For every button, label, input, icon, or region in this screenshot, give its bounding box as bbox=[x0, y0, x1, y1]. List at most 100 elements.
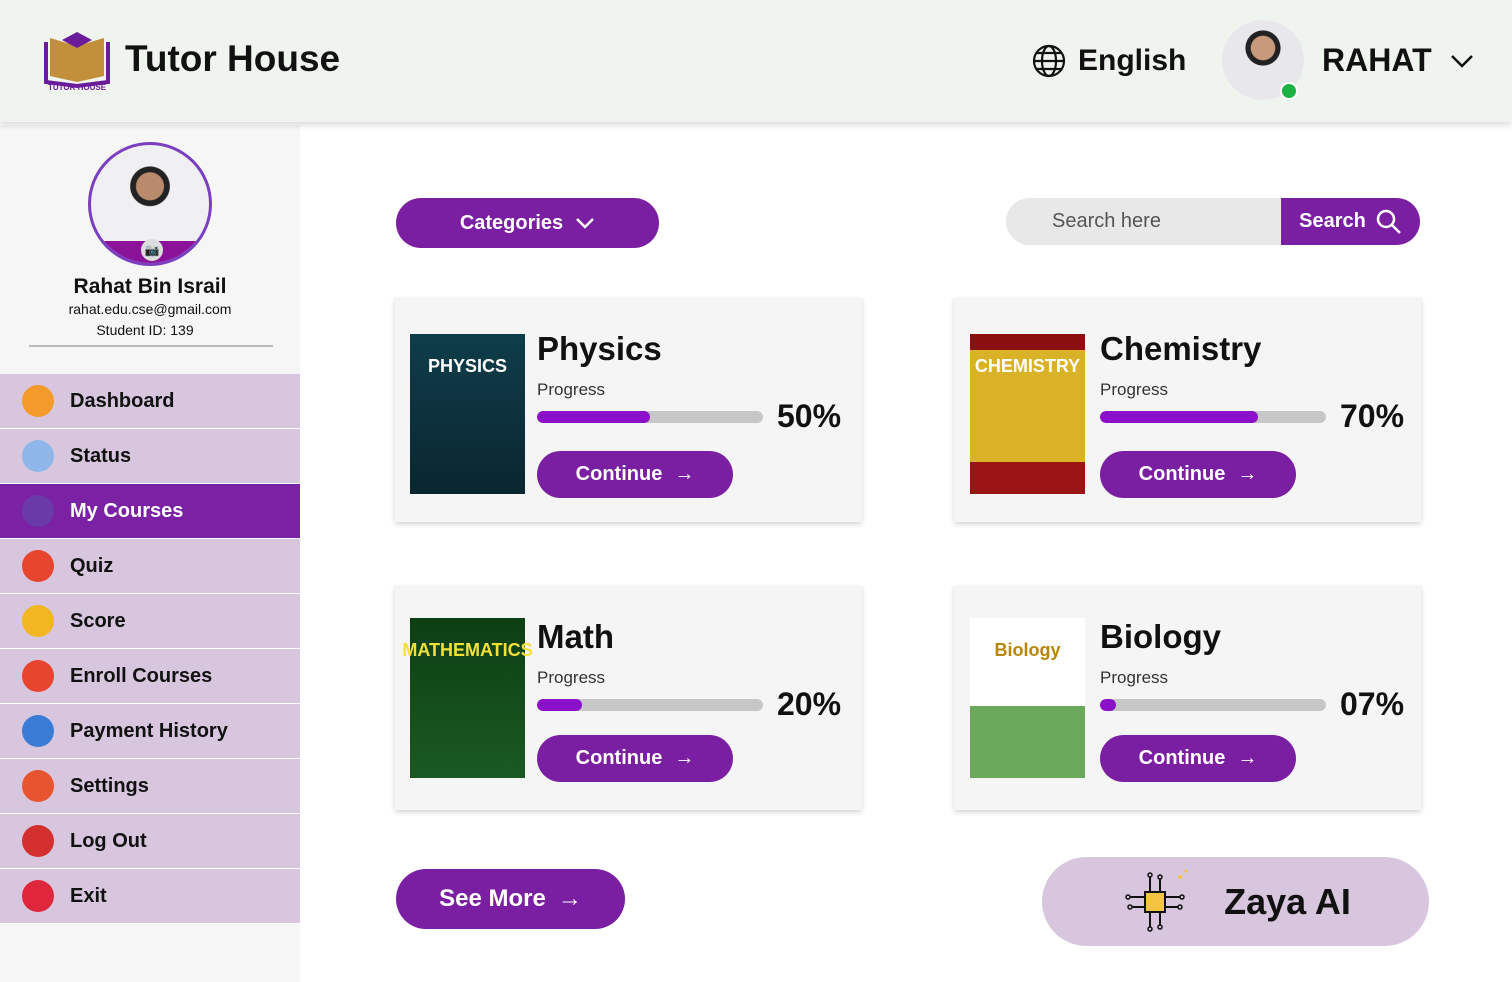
arrow-right-icon: → bbox=[557, 885, 582, 912]
brand-title: Tutor House bbox=[125, 38, 341, 79]
progress-label: Progress bbox=[1100, 380, 1169, 399]
sidebar-item-label: Enroll Courses bbox=[70, 664, 213, 687]
sidebar-item-dashboard[interactable]: Dashboard bbox=[0, 374, 300, 429]
book-cover-title: MATHEMATICS bbox=[402, 640, 533, 660]
search-icon bbox=[1376, 209, 1401, 234]
book-cover-title: Biology bbox=[994, 640, 1061, 660]
sidebar: 📷 Rahat Bin Israil rahat.edu.cse@gmail.c… bbox=[0, 125, 300, 982]
progress-label: Progress bbox=[537, 668, 606, 687]
course-title: Biology bbox=[1100, 618, 1221, 655]
see-more-label: See More bbox=[439, 885, 546, 912]
course-card-math: MATHEMATICS Math Progress 20% Continue → bbox=[395, 586, 862, 810]
zaya-ai-button[interactable]: Zaya AI bbox=[1042, 857, 1429, 946]
book-cover: MATHEMATICS bbox=[402, 618, 533, 778]
sidebar-item-exit[interactable]: Exit bbox=[0, 869, 300, 924]
course-card-physics: PHYSICS Physics Progress 50% Continue → bbox=[395, 298, 862, 522]
sidebar-item-label: Status bbox=[70, 444, 132, 467]
sidebar-item-my-courses[interactable]: My Courses bbox=[0, 484, 300, 539]
sidebar-item-label: Quiz bbox=[70, 554, 114, 577]
continue-button[interactable]: Continue → bbox=[1100, 735, 1296, 782]
zaya-ai-label: Zaya AI bbox=[1224, 880, 1351, 922]
sidebar-item-label: My Courses bbox=[70, 499, 184, 522]
chevron-down-icon bbox=[576, 218, 595, 229]
progress-bar bbox=[537, 699, 763, 711]
continue-button[interactable]: Continue → bbox=[537, 451, 733, 498]
chevron-down-icon bbox=[1450, 54, 1473, 68]
top-header: TUTOR HOUSE Tutor House English RAHAT bbox=[0, 0, 1512, 122]
course-title: Math bbox=[537, 618, 614, 655]
payment-icon bbox=[22, 715, 54, 747]
globe-icon bbox=[1032, 44, 1066, 78]
student-id: Student ID: 139 bbox=[96, 322, 194, 338]
sidebar-item-payment-history[interactable]: Payment History bbox=[0, 704, 300, 759]
progress-bar bbox=[537, 411, 763, 423]
book-cover-title: PHYSICS bbox=[427, 356, 508, 376]
profile-email: rahat.edu.cse@gmail.com bbox=[68, 301, 232, 317]
progress-label: Progress bbox=[1100, 668, 1169, 687]
progress-fill bbox=[537, 411, 650, 423]
progress-percent: 50% bbox=[777, 398, 842, 434]
profile-photo: 📷 bbox=[88, 142, 212, 266]
progress-bar bbox=[1100, 411, 1326, 423]
continue-button[interactable]: Continue → bbox=[537, 735, 733, 782]
sidebar-menu: Dashboard Status My Courses Quiz Score Enroll… bbox=[0, 374, 300, 924]
enroll-icon bbox=[22, 660, 54, 692]
language-selector[interactable]: English bbox=[1032, 44, 1186, 78]
sidebar-item-log-out[interactable]: Log Out bbox=[0, 814, 300, 869]
svg-text:TUTOR HOUSE: TUTOR HOUSE bbox=[48, 83, 107, 92]
arrow-right-icon: → bbox=[674, 463, 695, 485]
sidebar-item-label: Dashboard bbox=[70, 389, 175, 412]
search-button-label: Search bbox=[1299, 210, 1366, 232]
categories-dropdown[interactable]: Categories bbox=[396, 198, 659, 248]
home-icon bbox=[22, 385, 54, 417]
progress-fill bbox=[1100, 699, 1116, 711]
exit-icon bbox=[22, 880, 54, 912]
progress-percent: 20% bbox=[777, 686, 842, 722]
continue-label: Continue bbox=[1138, 747, 1226, 769]
sidebar-item-label: Payment History bbox=[70, 719, 228, 742]
arrow-right-icon: → bbox=[674, 747, 695, 769]
progress-percent: 70% bbox=[1340, 398, 1405, 434]
continue-button[interactable]: Continue → bbox=[1100, 451, 1296, 498]
book-cover: PHYSICS bbox=[410, 334, 525, 494]
language-label: English bbox=[1078, 44, 1187, 77]
sidebar-item-score[interactable]: Score bbox=[0, 594, 300, 649]
search-input[interactable]: Search here bbox=[1052, 210, 1161, 233]
username: RAHAT bbox=[1322, 42, 1432, 78]
sidebar-item-label: Score bbox=[70, 609, 126, 632]
sidebar-item-enroll-courses[interactable]: Enroll Courses bbox=[0, 649, 300, 704]
book-cover-title: CHEMISTRY bbox=[974, 356, 1081, 376]
arrow-right-icon: → bbox=[1237, 747, 1258, 769]
camera-icon[interactable]: 📷 bbox=[141, 239, 163, 261]
progress-percent: 07% bbox=[1340, 686, 1405, 722]
sidebar-item-quiz[interactable]: Quiz bbox=[0, 539, 300, 594]
ai-chip-icon bbox=[1125, 869, 1188, 932]
course-title: Chemistry bbox=[1100, 330, 1262, 367]
course-card-chemistry: CHEMISTRY Chemistry Progress 70% Continu… bbox=[954, 298, 1421, 522]
categories-label: Categories bbox=[459, 211, 564, 234]
sidebar-item-settings[interactable]: Settings bbox=[0, 759, 300, 814]
quiz-icon bbox=[22, 550, 54, 582]
sidebar-item-label: Settings bbox=[70, 774, 149, 797]
gear-icon bbox=[22, 770, 54, 802]
profile-name: Rahat Bin Israil bbox=[73, 275, 227, 298]
see-more-button[interactable]: See More → bbox=[396, 869, 625, 929]
courses-icon bbox=[22, 495, 54, 527]
sidebar-item-label: Log Out bbox=[70, 829, 147, 852]
arrow-right-icon: → bbox=[1237, 463, 1258, 485]
progress-fill bbox=[537, 699, 583, 711]
online-status-dot bbox=[1280, 82, 1298, 100]
divider bbox=[29, 345, 273, 347]
tutor-house-logo: TUTOR HOUSE bbox=[44, 32, 110, 92]
continue-label: Continue bbox=[1138, 463, 1226, 485]
user-menu[interactable]: RAHAT bbox=[1322, 42, 1474, 79]
progress-fill bbox=[1100, 411, 1259, 423]
course-card-biology: Biology Biology Progress 07% Continue → bbox=[954, 586, 1421, 810]
search-bar: Search here Search bbox=[1006, 198, 1420, 245]
book-cover: CHEMISTRY bbox=[970, 334, 1085, 494]
search-button[interactable]: Search bbox=[1281, 198, 1420, 245]
continue-label: Continue bbox=[575, 463, 663, 485]
progress-label: Progress bbox=[537, 380, 606, 399]
progress-bar bbox=[1100, 699, 1326, 711]
sidebar-item-status[interactable]: Status bbox=[0, 429, 300, 484]
